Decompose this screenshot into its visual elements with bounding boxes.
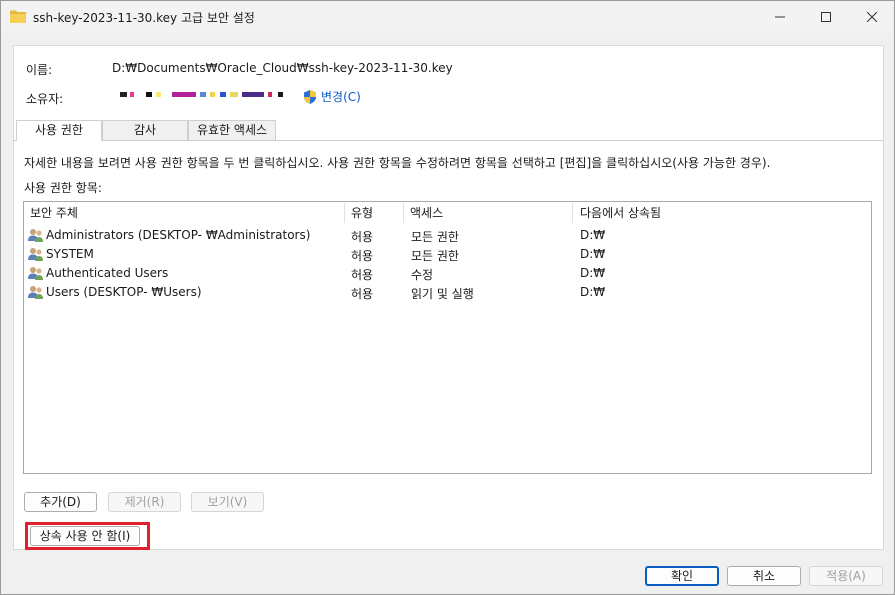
advanced-security-window: ssh-key-2023-11-30.key 고급 보안 설정 이름: D:₩D…: [0, 0, 895, 595]
instructions-text: 자세한 내용을 보려면 사용 권한 항목을 두 번 클릭하십시오. 사용 권한 …: [24, 156, 771, 170]
owner-value-redacted: [112, 87, 283, 103]
entries-label: 사용 권한 항목:: [24, 181, 102, 195]
column-header-principal[interactable]: 보안 주체: [30, 202, 78, 224]
window-title: ssh-key-2023-11-30.key 고급 보안 설정: [33, 11, 255, 25]
apply-button[interactable]: 적용(A): [809, 566, 883, 586]
list-item[interactable]: Authenticated Users 허용 수정 D:₩: [24, 264, 871, 283]
column-header-access[interactable]: 액세스: [410, 202, 443, 224]
minimize-button[interactable]: [757, 1, 803, 33]
permission-entries-list[interactable]: 보안 주체 유형 액세스 다음에서 상속됨 Administrators (DE…: [23, 201, 872, 474]
principal-name: Users (DESKTOP- ₩Users): [46, 285, 202, 299]
change-owner-link[interactable]: 변경(C): [302, 88, 361, 105]
tab-permissions[interactable]: 사용 권한: [16, 120, 102, 141]
principal-name: Administrators (DESKTOP- ₩Administrators…: [46, 228, 311, 242]
title-bar[interactable]: ssh-key-2023-11-30.key 고급 보안 설정: [1, 1, 894, 33]
principal-name: Authenticated Users: [46, 266, 169, 280]
name-label: 이름:: [26, 63, 53, 77]
cancel-button[interactable]: 취소: [727, 566, 801, 586]
column-header-inherited-from[interactable]: 다음에서 상속됨: [580, 202, 661, 224]
entry-inherited-from: D:₩: [580, 228, 606, 242]
entry-type: 허용: [351, 230, 374, 244]
maximize-button[interactable]: [803, 1, 849, 33]
minimize-icon: [775, 16, 785, 18]
entry-inherited-from: D:₩: [580, 247, 606, 261]
tab-effective-access[interactable]: 유효한 액세스: [188, 120, 276, 140]
users-icon: [28, 248, 43, 261]
disable-inheritance-button[interactable]: 상속 사용 안 함(I): [30, 526, 140, 546]
entry-inherited-from: D:₩: [580, 266, 606, 280]
close-button[interactable]: [849, 1, 895, 33]
maximize-icon: [821, 12, 831, 22]
view-button[interactable]: 보기(V): [191, 492, 264, 512]
principal-name: SYSTEM: [46, 247, 94, 261]
add-button[interactable]: 추가(D): [24, 492, 97, 512]
entry-access: 모든 권한: [411, 249, 459, 263]
entry-access: 모든 권한: [411, 230, 459, 244]
users-icon: [28, 229, 43, 242]
entry-access: 읽기 및 실행: [411, 287, 474, 301]
shield-icon: [304, 89, 316, 104]
tab-auditing[interactable]: 감사: [102, 120, 188, 140]
users-icon: [28, 267, 43, 280]
column-header-type[interactable]: 유형: [351, 202, 373, 224]
permissions-panel: 자세한 내용을 보려면 사용 권한 항목을 두 번 클릭하십시오. 사용 권한 …: [14, 140, 883, 550]
close-icon: [867, 12, 877, 22]
name-value: D:₩Documents₩Oracle_Cloud₩ssh-key-2023-1…: [112, 61, 453, 75]
ok-button[interactable]: 확인: [645, 566, 719, 586]
change-owner-label: 변경(C): [321, 90, 361, 104]
entry-access: 수정: [411, 268, 434, 282]
dialog-content: 이름: D:₩Documents₩Oracle_Cloud₩ssh-key-20…: [13, 45, 884, 550]
list-item[interactable]: Users (DESKTOP- ₩Users) 허용 읽기 및 실행 D:₩: [24, 283, 871, 302]
folder-icon: [10, 10, 26, 23]
list-item[interactable]: Administrators (DESKTOP- ₩Administrators…: [24, 226, 871, 245]
users-icon: [28, 286, 43, 299]
list-item[interactable]: SYSTEM 허용 모든 권한 D:₩: [24, 245, 871, 264]
entry-type: 허용: [351, 249, 374, 263]
entry-type: 허용: [351, 287, 374, 301]
remove-button[interactable]: 제거(R): [108, 492, 181, 512]
entry-inherited-from: D:₩: [580, 285, 606, 299]
entry-type: 허용: [351, 268, 374, 282]
owner-label: 소유자:: [26, 92, 64, 106]
